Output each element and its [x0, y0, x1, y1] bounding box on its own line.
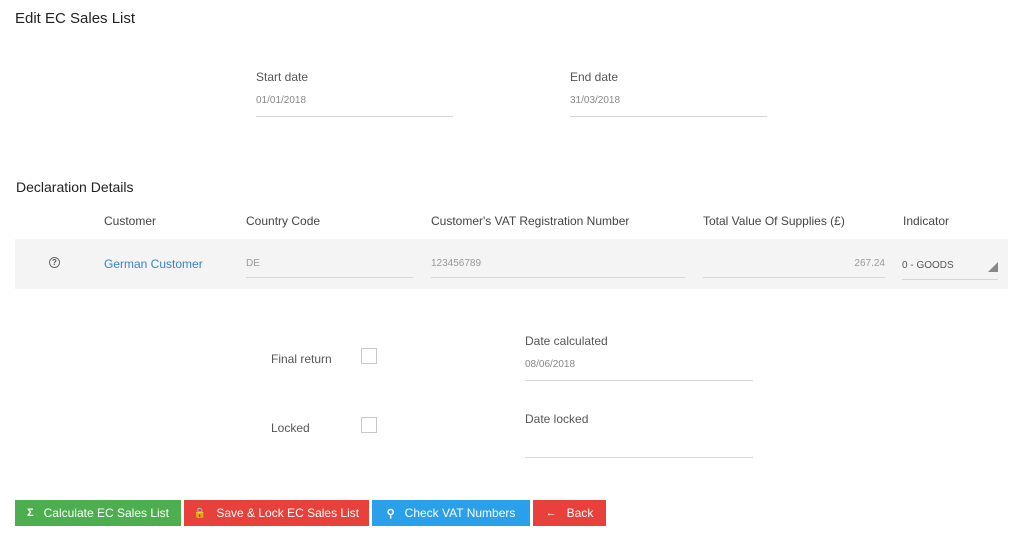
declaration-details-title: Declaration Details — [16, 179, 134, 195]
country-code-input[interactable]: DE — [246, 258, 260, 269]
sigma-icon: Σ — [27, 507, 34, 519]
start-date-underline — [256, 116, 453, 117]
final-return-label: Final return — [271, 352, 332, 366]
date-calculated-input[interactable]: 08/06/2018 — [525, 359, 575, 370]
dropdown-arrow-icon[interactable] — [988, 262, 998, 272]
date-locked-underline — [525, 457, 753, 458]
vat-number-input[interactable]: 123456789 — [431, 258, 481, 269]
question-circle-icon[interactable]: ? — [49, 257, 60, 268]
final-return-checkbox[interactable] — [361, 348, 377, 364]
column-header-total-value: Total Value Of Supplies (£) — [703, 214, 845, 228]
lock-icon: 🔒 — [193, 507, 207, 519]
arrow-left-icon: ← — [545, 507, 557, 519]
column-header-country-code: Country Code — [246, 214, 321, 228]
locked-checkbox[interactable] — [361, 417, 377, 433]
save-lock-button-label: Save & Lock EC Sales List — [216, 506, 360, 520]
vat-number-underline — [431, 277, 685, 278]
search-icon: ⚲ — [386, 507, 395, 520]
indicator-select[interactable]: 0 - GOODS — [902, 260, 954, 271]
date-locked-label: Date locked — [525, 412, 589, 426]
country-code-underline — [246, 277, 413, 278]
back-button[interactable]: ← Back — [533, 500, 606, 526]
back-button-label: Back — [566, 506, 594, 520]
total-value-input[interactable]: 267.24 — [703, 258, 885, 269]
column-header-indicator: Indicator — [903, 214, 950, 228]
indicator-underline — [902, 279, 998, 280]
calculate-button-label: Calculate EC Sales List — [43, 506, 169, 520]
total-value-underline — [703, 277, 885, 278]
save-and-lock-button[interactable]: 🔒 Save & Lock EC Sales List — [184, 500, 369, 526]
end-date-input[interactable]: 31/03/2018 — [570, 95, 620, 106]
end-date-underline — [570, 116, 767, 117]
locked-label: Locked — [271, 421, 310, 435]
calculate-ec-sales-list-button[interactable]: Σ Calculate EC Sales List — [15, 500, 181, 526]
start-date-input[interactable]: 01/01/2018 — [256, 95, 306, 106]
page-title: Edit EC Sales List — [15, 10, 136, 27]
date-calculated-label: Date calculated — [525, 334, 608, 348]
column-header-vat-number: Customer's VAT Registration Number — [431, 214, 630, 228]
date-calculated-underline — [525, 380, 753, 381]
end-date-label: End date — [570, 70, 619, 84]
column-header-customer: Customer — [104, 214, 157, 228]
check-vat-numbers-button[interactable]: ⚲ Check VAT Numbers — [372, 500, 530, 526]
customer-link[interactable]: German Customer — [104, 257, 203, 271]
start-date-label: Start date — [256, 70, 309, 84]
check-vat-button-label: Check VAT Numbers — [404, 506, 516, 520]
